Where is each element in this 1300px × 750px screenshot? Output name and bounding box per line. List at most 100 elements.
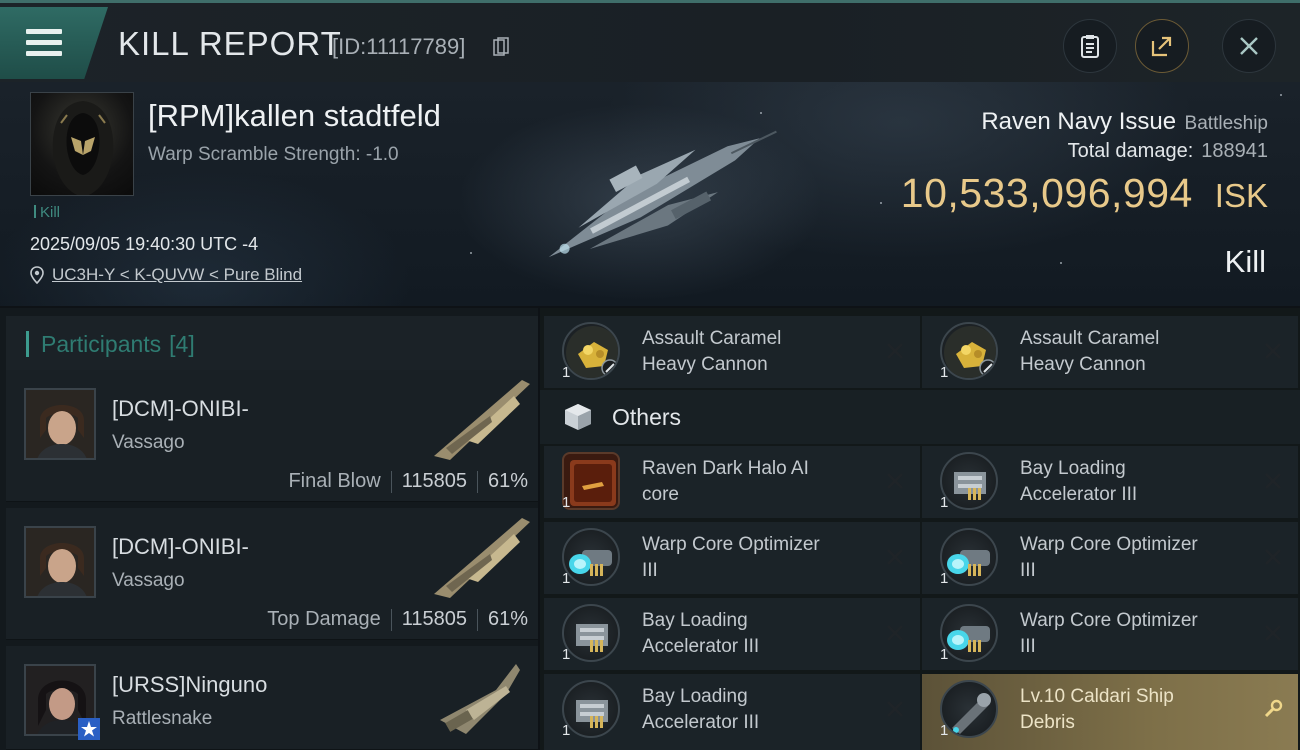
star: [880, 202, 882, 204]
participant-avatar[interactable]: [24, 526, 96, 598]
item-slot-dropped[interactable]: 1 Lv.10 Caldari Ship Debris: [922, 674, 1298, 750]
destroyed-x-icon: [1265, 625, 1281, 641]
destroyed-x-icon: [1265, 343, 1281, 359]
item-quantity: 1: [940, 494, 949, 511]
participant-avatar[interactable]: [24, 388, 96, 460]
items-panel: 1 Assault Caramel Heavy Cannon 1 Assault…: [540, 308, 1300, 750]
clipboard-button[interactable]: [1063, 19, 1117, 73]
participant-ship: Rattlesnake: [112, 708, 213, 729]
item-slot[interactable]: 1 Raven Dark Halo AI core: [544, 446, 920, 518]
divider: [390, 608, 392, 631]
participant-tag: Top Damage: [267, 608, 381, 630]
item-name: Bay Loading Accelerator III: [642, 608, 862, 660]
item-slot[interactable]: 1 Warp Core Optimizer III: [922, 598, 1298, 670]
star-badge-icon: [78, 718, 100, 740]
ship-name: Raven Navy Issue: [981, 108, 1177, 135]
item-quantity: 1: [562, 722, 571, 739]
ship-debris-icon: [940, 680, 998, 738]
victim-name: [RPM]kallen stadtfeld: [148, 98, 441, 133]
others-section-header: Others: [540, 390, 1300, 444]
accent-bar: [26, 331, 29, 357]
item-quantity: 1: [562, 494, 571, 511]
pilot-portrait-icon: [26, 528, 94, 596]
item-quantity: 1: [562, 646, 571, 663]
star: [470, 252, 472, 254]
tier-iii-icon: [968, 564, 984, 576]
isk-value: 10,533,096,994 ISK: [901, 170, 1268, 217]
kill-tag: Kill: [34, 204, 60, 221]
item-name: Lv.10 Caldari Ship Debris: [1020, 684, 1240, 736]
cannon-module-icon: [940, 322, 998, 380]
bay-loader-icon: [940, 452, 998, 510]
close-button[interactable]: [1222, 19, 1276, 73]
warp-core-icon: [562, 528, 620, 586]
bay-loader-icon: [562, 680, 620, 738]
hooded-figure-icon: [52, 101, 114, 195]
item-quantity: 1: [940, 646, 949, 663]
participant-ship: Vassago: [112, 432, 185, 453]
pilot-portrait-icon: [26, 390, 94, 458]
item-quantity: 1: [562, 364, 571, 381]
destroyed-x-icon: [887, 549, 903, 565]
item-name-line: Accelerator III: [1020, 484, 1138, 505]
participant-row[interactable]: [DCM]-ONIBI- Vassago Final Blow 115805 6…: [6, 370, 538, 502]
participant-row[interactable]: [URSS]Ninguno Rattlesnake: [6, 646, 538, 750]
destroyed-x-icon: [887, 343, 903, 359]
page-title: KILL REPORT: [118, 25, 342, 62]
participants-count: [4]: [169, 330, 195, 357]
ship-class: Battleship: [1184, 113, 1268, 134]
participant-row[interactable]: [DCM]-ONIBI- Vassago Top Damage 115805 6…: [6, 508, 538, 640]
warp-scramble-strength: Warp Scramble Strength: -1.0: [148, 144, 399, 165]
item-name: Warp Core Optimizer III: [1020, 532, 1240, 584]
participant-name: [DCM]-ONIBI-: [112, 396, 249, 421]
item-name-line: Warp Core Optimizer: [1020, 610, 1198, 631]
item-slot[interactable]: 1 Warp Core Optimizer III: [544, 522, 920, 594]
item-slot[interactable]: 1 Assault Caramel Heavy Cannon: [922, 316, 1298, 388]
total-damage-label: Total damage:: [1067, 140, 1194, 162]
item-name-line: Raven Dark Halo AI: [642, 458, 809, 479]
kill-datetime: 2025/09/05 19:40:30 UTC -4: [30, 234, 259, 254]
item-name-line: Assault Caramel: [1020, 328, 1160, 349]
item-name-line: Warp Core Optimizer: [642, 534, 820, 555]
item-name: Warp Core Optimizer III: [642, 532, 862, 584]
hamburger-icon: [26, 29, 62, 62]
participants-label: Participants: [41, 330, 162, 357]
item-name-line: Debris: [1020, 712, 1075, 733]
item-name: Raven Dark Halo AI core: [642, 456, 862, 508]
item-name-line: III: [642, 560, 658, 581]
item-name: Assault Caramel Heavy Cannon: [1020, 326, 1240, 378]
ship-type: Raven Navy Issue Battleship: [981, 108, 1268, 136]
item-name-line: Heavy Cannon: [1020, 354, 1146, 375]
warp-core-icon: [940, 604, 998, 662]
item-name-line: Assault Caramel: [642, 328, 782, 349]
item-slot[interactable]: 1 Warp Core Optimizer III: [922, 522, 1298, 594]
divider: [476, 608, 478, 631]
item-slot[interactable]: 1 Bay Loading Accelerator III: [544, 674, 920, 750]
total-damage: Total damage: 188941: [1068, 140, 1268, 163]
item-slot[interactable]: 1 Bay Loading Accelerator III: [544, 598, 920, 670]
star: [1060, 262, 1062, 264]
tier-iii-icon: [590, 564, 606, 576]
item-slot[interactable]: 1 Bay Loading Accelerator III: [922, 446, 1298, 518]
destroyed-x-icon: [887, 625, 903, 641]
wrench-icon: [1264, 699, 1283, 718]
item-quantity: 1: [940, 570, 949, 587]
location-link[interactable]: UC3H-Y < K-QUVW < Pure Blind: [30, 265, 302, 285]
victim-avatar[interactable]: [30, 92, 134, 196]
share-button[interactable]: [1135, 19, 1189, 73]
item-name: Assault Caramel Heavy Cannon: [642, 326, 862, 378]
item-name: Warp Core Optimizer III: [1020, 608, 1240, 660]
participants-header: Participants [4]: [6, 316, 538, 372]
copy-icon[interactable]: [493, 37, 509, 57]
total-damage-value: 188941: [1201, 140, 1268, 162]
item-name-line: Lv.10 Caldari Ship: [1020, 686, 1174, 707]
item-name: Bay Loading Accelerator III: [1020, 456, 1240, 508]
participant-tag: Final Blow: [288, 470, 381, 492]
cannon-module-icon: [562, 322, 620, 380]
warp-core-icon: [940, 528, 998, 586]
close-icon: [1240, 37, 1258, 55]
item-slot[interactable]: 1 Assault Caramel Heavy Cannon: [544, 316, 920, 388]
item-name-line: Bay Loading: [1020, 458, 1126, 479]
kill-result: Kill: [1224, 244, 1266, 279]
menu-button[interactable]: [0, 7, 108, 79]
